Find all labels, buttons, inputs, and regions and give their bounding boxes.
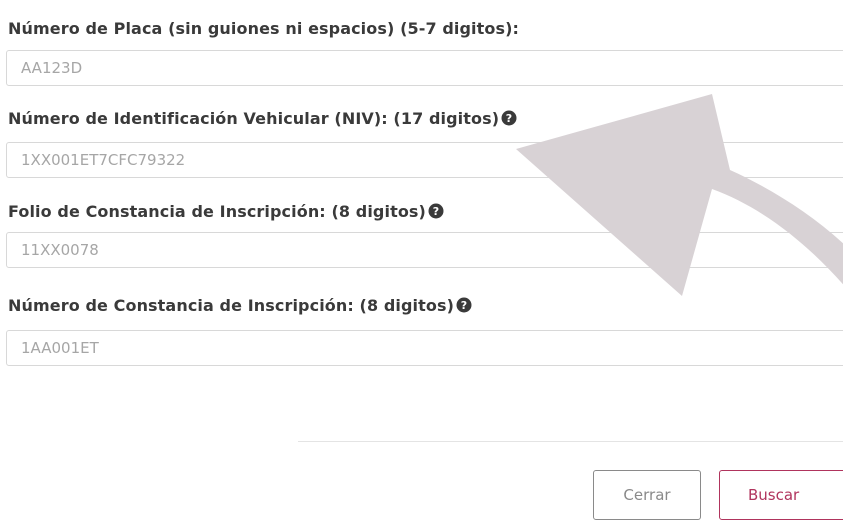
- constancia-label-text: Número de Constancia de Inscripción: (8 …: [8, 296, 454, 315]
- plate-label-text: Número de Placa (sin guiones ni espacios…: [8, 19, 520, 38]
- folio-input[interactable]: [6, 232, 843, 268]
- question-circle-icon[interactable]: ?: [501, 110, 517, 126]
- plate-label: Número de Placa (sin guiones ni espacios…: [8, 19, 519, 38]
- plate-input[interactable]: [6, 50, 843, 86]
- search-button[interactable]: Buscar: [719, 470, 843, 520]
- niv-label: Número de Identificación Vehicular (NIV)…: [8, 109, 517, 128]
- folio-label: Folio de Constancia de Inscripción: (8 d…: [8, 202, 444, 221]
- question-circle-icon[interactable]: ?: [456, 297, 472, 313]
- svg-text:?: ?: [433, 205, 439, 218]
- folio-label-text: Folio de Constancia de Inscripción: (8 d…: [8, 202, 426, 221]
- svg-text:?: ?: [461, 299, 467, 312]
- constancia-label: Número de Constancia de Inscripción: (8 …: [8, 296, 472, 315]
- vehicle-search-form: Número de Placa (sin guiones ni espacios…: [0, 0, 843, 521]
- svg-text:?: ?: [506, 112, 512, 125]
- niv-input[interactable]: [6, 142, 843, 178]
- constancia-input[interactable]: [6, 330, 843, 366]
- niv-label-text: Número de Identificación Vehicular (NIV)…: [8, 109, 500, 128]
- close-button[interactable]: Cerrar: [593, 470, 701, 520]
- footer-divider: [298, 441, 843, 442]
- question-circle-icon[interactable]: ?: [428, 203, 444, 219]
